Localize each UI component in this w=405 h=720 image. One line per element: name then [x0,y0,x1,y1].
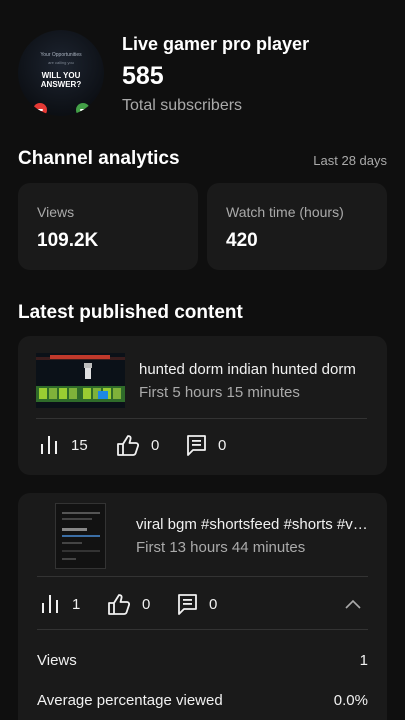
avatar-headline-2: ANSWER? [40,80,82,89]
views-card-label: Views [37,204,75,220]
comments-count: 0 [209,596,218,613]
chevron-up-icon [345,599,361,609]
bar-chart-icon [41,436,57,454]
game-thumbnail-image [36,353,125,408]
divider [37,576,368,577]
views-card-value: 109.2K [37,230,99,251]
divider [36,418,367,419]
detail-value: 1 [359,652,368,669]
comments-metric: 0 [178,594,217,615]
avatar-text-line2: are calling you [48,60,74,65]
thumbs-up-icon [108,594,130,615]
channel-header: Your Opportunities are calling you WILL … [18,16,387,116]
watch-time-card-value: 420 [226,230,258,251]
comment-icon [178,594,197,615]
shorts-thumbnail-image [56,504,105,568]
thumbs-up-icon [117,435,139,456]
comments-count: 0 [218,437,227,454]
detail-row-avg-percentage: Average percentage viewed 0.0% [37,692,368,709]
detail-value: 0.0% [333,692,368,709]
video-subtitle: First 13 hours 44 minutes [136,539,306,556]
watch-time-card-label: Watch time (hours) [226,204,344,220]
avatar-headline-1: WILL YOU [41,71,81,80]
views-count: 1 [72,595,81,613]
decline-call-icon [33,103,47,116]
watch-time-card[interactable]: Watch time (hours) 420 [207,183,387,270]
divider [37,629,368,630]
collapse-button[interactable] [345,599,361,609]
comment-icon [187,435,206,456]
channel-name: Live gamer pro player [122,34,310,54]
latest-content-title: Latest published content [18,302,243,323]
detail-row-views: Views 1 [37,652,368,669]
avatar-headline: WILL YOU ANSWER? [18,71,104,89]
views-count: 15 [71,436,88,454]
detail-label: Average percentage viewed [37,692,223,709]
video-title[interactable]: viral bgm #shortsfeed #shorts #viral [136,516,368,533]
likes-count: 0 [142,596,151,613]
views-metric: 15 [40,435,88,455]
subscriber-count: 585 [122,62,164,90]
views-metric: 1 [41,594,80,614]
views-card[interactable]: Views 109.2K [18,183,198,270]
date-range[interactable]: Last 28 days [313,153,387,168]
subscriber-label: Total subscribers [122,97,243,114]
detail-label: Views [37,652,77,669]
accept-call-icon [76,103,90,116]
video-title[interactable]: hunted dorm indian hunted dorm [139,361,369,378]
video-thumbnail[interactable] [55,503,106,569]
channel-avatar[interactable]: Your Opportunities are calling you WILL … [18,30,104,116]
likes-metric: 0 [117,435,159,456]
likes-count: 0 [151,437,160,454]
likes-metric: 0 [108,594,150,615]
content-card[interactable]: viral bgm #shortsfeed #shorts #viral Fir… [18,493,387,720]
bar-chart-icon [42,595,58,613]
content-card[interactable]: hunted dorm indian hunted dorm First 5 h… [18,336,387,475]
comments-metric: 0 [187,435,226,456]
video-thumbnail[interactable] [36,353,125,408]
avatar-text-line1: Your Opportunities [40,52,82,58]
video-subtitle: First 5 hours 15 minutes [139,384,300,401]
channel-analytics-title: Channel analytics [18,148,180,169]
